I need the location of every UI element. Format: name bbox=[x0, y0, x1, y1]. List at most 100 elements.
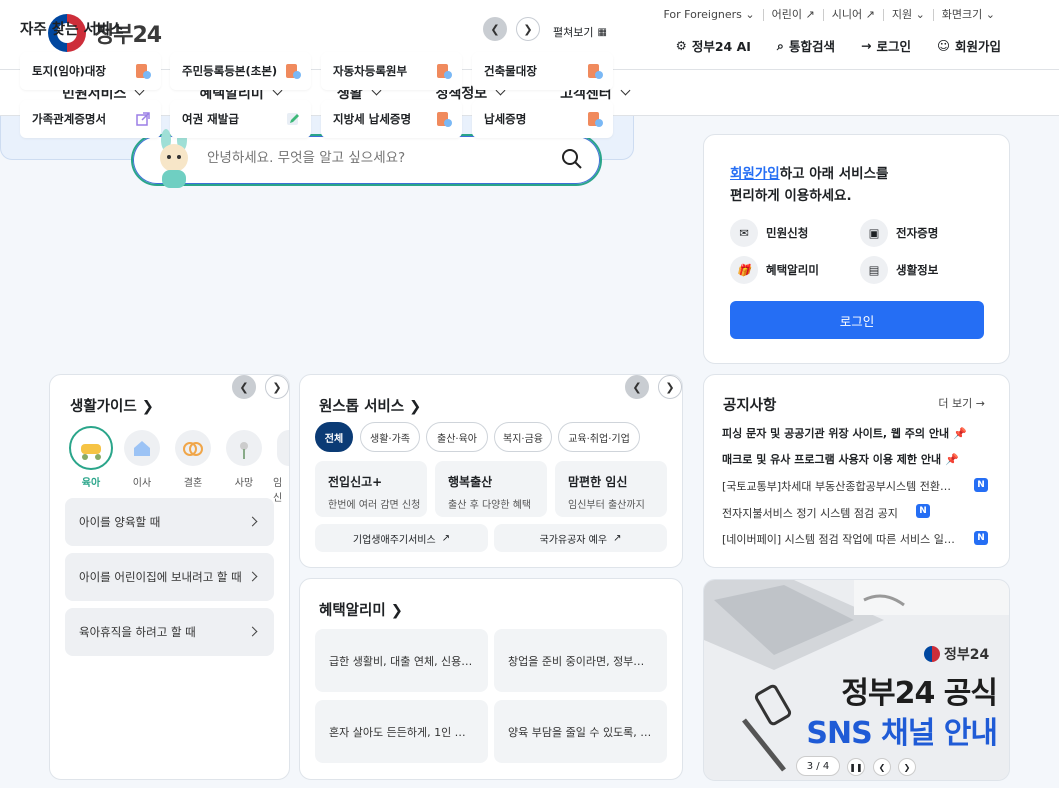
favorites-next-button[interactable]: ❯ bbox=[516, 17, 540, 41]
fav-tile[interactable]: 건축물대장 bbox=[472, 52, 613, 90]
fav-tile[interactable]: 자동차등록원부 bbox=[321, 52, 462, 90]
guide-icon-marriage[interactable] bbox=[175, 430, 211, 466]
login-service-life[interactable]: ▤ 생활정보 bbox=[860, 256, 938, 284]
gift-icon: 🎁 bbox=[730, 256, 758, 284]
favorites-prev-button[interactable]: ❮ bbox=[483, 17, 507, 41]
guide-icon-move[interactable] bbox=[124, 430, 160, 466]
ai-link[interactable]: ⚙ 정부24 AI bbox=[676, 36, 751, 55]
search-input[interactable] bbox=[207, 150, 537, 166]
onestop-card[interactable]: 전입신고+ 한번에 여러 감면 신청 bbox=[315, 461, 427, 517]
user-icon: ☺ bbox=[936, 38, 950, 53]
tab-all[interactable]: 전체 bbox=[315, 422, 353, 452]
notice-item[interactable]: 피싱 문자 및 공공기관 위장 사이트, 웹 주의 안내 📌 bbox=[722, 425, 967, 441]
guide-item[interactable]: 육아휴직을 하려고 할 때 bbox=[65, 608, 274, 656]
login-link[interactable]: → 로그인 bbox=[861, 36, 911, 55]
favorites-title: 자주 찾는 서비스 bbox=[20, 22, 124, 38]
favorites-expand[interactable]: 펼쳐보기 ▦ bbox=[553, 24, 607, 40]
sns-banner[interactable]: 정부24 정부24 공식 SNS 채널 안내 3 / 4 ❚❚ ❮ ❯ bbox=[703, 579, 1010, 781]
onestop-card[interactable]: 맘편한 임신 임신부터 출산까지 bbox=[555, 461, 667, 517]
search-box bbox=[131, 134, 602, 186]
benefit-item[interactable]: 급한 생활비, 대출 연체, 신용… bbox=[315, 629, 488, 692]
guide-item[interactable]: 아이를 양육할 때 bbox=[65, 498, 274, 546]
notice-more-link[interactable]: 더 보기 → bbox=[938, 395, 985, 411]
login-service-civil[interactable]: ✉ 민원신청 bbox=[730, 219, 808, 247]
tab-welfare[interactable]: 복지·금융 bbox=[494, 422, 552, 452]
new-badge: N bbox=[916, 504, 930, 518]
login-button[interactable]: 로그인 bbox=[730, 301, 984, 339]
onestop-prev-button[interactable]: ❮ bbox=[625, 375, 649, 399]
pin-icon: 📌 bbox=[944, 453, 959, 466]
notice-item[interactable]: 전자지불서비스 정기 시스템 점검 공지 bbox=[722, 505, 898, 521]
document-icon bbox=[286, 64, 301, 79]
fav-tile[interactable]: 주민등록등본(초본) bbox=[170, 52, 311, 90]
new-badge: N bbox=[974, 531, 988, 545]
chevron-down-icon bbox=[620, 85, 631, 96]
guide-icon-pregnancy[interactable] bbox=[277, 430, 289, 466]
util-children[interactable]: 어린이 ↗ bbox=[762, 9, 823, 21]
benefit-item[interactable]: 혼자 살아도 든든하게, 1인 … bbox=[315, 700, 488, 763]
utility-links: For Foreigners ⌄ 어린이 ↗ 시니어 ↗ 지원 ⌄ 화면크기 ⌄ bbox=[655, 9, 1003, 21]
fav-tile[interactable]: 여권 재발급 bbox=[170, 100, 311, 138]
grid-icon: ▦ bbox=[597, 26, 607, 38]
rings-icon bbox=[183, 442, 203, 456]
signup-link[interactable]: ☺ 회원가입 bbox=[937, 36, 1001, 55]
edit-icon bbox=[287, 113, 299, 125]
login-card: 회원가입하고 아래 서비스를 편리하게 이용하세요. ✉ 민원신청 ▣ 전자증명 🎁… bbox=[703, 134, 1010, 364]
banner-next-button[interactable]: ❯ bbox=[898, 758, 916, 776]
util-foreigners[interactable]: For Foreigners ⌄ bbox=[655, 9, 762, 21]
tab-education[interactable]: 교육·취업·기업 bbox=[558, 422, 640, 452]
benefit-title[interactable]: 혜택알리미 ❯ bbox=[319, 599, 403, 620]
banner-prev-button[interactable]: ❮ bbox=[873, 758, 891, 776]
login-message: 회원가입하고 아래 서비스를 편리하게 이용하세요. bbox=[730, 166, 889, 204]
banner-pager: 3 / 4 bbox=[796, 756, 840, 776]
search-link[interactable]: ⌕ 통합검색 bbox=[777, 36, 835, 55]
guide-item[interactable]: 아이를 어린이집에 보내려고 할 때 bbox=[65, 553, 274, 601]
fav-tile[interactable]: 토지(임야)대장 bbox=[20, 52, 161, 90]
certificate-icon: ▣ bbox=[860, 219, 888, 247]
benefit-item[interactable]: 양육 부담을 줄일 수 있도록, … bbox=[494, 700, 667, 763]
external-link-icon: ↗ bbox=[441, 532, 451, 544]
onestop-link[interactable]: 국가유공자 예우 ↗ bbox=[494, 524, 667, 552]
search-icon: ⌕ bbox=[776, 37, 784, 53]
book-icon: ▤ bbox=[860, 256, 888, 284]
util-support[interactable]: 지원 ⌄ bbox=[882, 9, 933, 21]
benefit-item[interactable]: 창업을 준비 중이라면, 정부… bbox=[494, 629, 667, 692]
fav-tile[interactable]: 납세증명 bbox=[472, 100, 613, 138]
guide-label-pregnancy: 임신 bbox=[273, 478, 283, 504]
ai-icon: ⚙ bbox=[675, 38, 687, 53]
house-icon bbox=[134, 441, 150, 456]
notice-item[interactable]: 매크로 및 유사 프로그램 사용자 이용 제한 안내 📌 bbox=[722, 451, 959, 467]
onestop-card[interactable]: 행복출산 출산 후 다양한 혜택 bbox=[435, 461, 547, 517]
tab-life-family[interactable]: 생활·가족 bbox=[360, 422, 420, 452]
notice-item[interactable]: [국토교통부]차세대 부동산종합공부시스템 전환… bbox=[722, 478, 958, 494]
banner-line1: 정부24 공식 bbox=[841, 676, 998, 711]
guide-next-button[interactable]: ❯ bbox=[265, 375, 289, 399]
util-screen-size[interactable]: 화면크기 ⌄ bbox=[932, 9, 1003, 21]
guide-icon-death[interactable] bbox=[226, 430, 262, 466]
taegeuk-logo-icon bbox=[924, 646, 940, 662]
tab-birth[interactable]: 출산·육아 bbox=[426, 422, 488, 452]
guide-title[interactable]: 생활가이드 ❯ bbox=[70, 395, 154, 416]
search-icon[interactable] bbox=[561, 148, 583, 170]
banner-logo: 정부24 bbox=[924, 644, 989, 664]
login-icon: → bbox=[860, 38, 872, 53]
login-service-benefit[interactable]: 🎁 혜택알리미 bbox=[730, 256, 819, 284]
fav-tile[interactable]: 가족관계증명서 bbox=[20, 100, 161, 138]
util-senior[interactable]: 시니어 ↗ bbox=[822, 9, 883, 21]
onestop-title[interactable]: 원스톱 서비스 ❯ bbox=[319, 395, 421, 416]
onestop-link[interactable]: 기업생애주기서비스 ↗ bbox=[315, 524, 488, 552]
notice-item[interactable]: [네이버페이] 시스템 점검 작업에 따른 서비스 일… bbox=[722, 531, 958, 547]
pin-icon: 📌 bbox=[952, 427, 967, 440]
guide-label-death: 사망 bbox=[234, 478, 254, 489]
fav-tile[interactable]: 지방세 납세증명 bbox=[321, 100, 462, 138]
document-icon bbox=[588, 112, 603, 127]
signup-inline-link[interactable]: 회원가입 bbox=[730, 166, 780, 182]
login-service-cert[interactable]: ▣ 전자증명 bbox=[860, 219, 938, 247]
document-icon bbox=[136, 64, 151, 79]
onestop-next-button[interactable]: ❯ bbox=[658, 375, 682, 399]
guide-prev-button[interactable]: ❮ bbox=[232, 375, 256, 399]
guide-icon-childcare[interactable] bbox=[69, 426, 113, 470]
guide-label-childcare: 육아 bbox=[81, 478, 101, 489]
pause-button[interactable]: ❚❚ bbox=[847, 758, 865, 776]
top-links: ⚙ 정부24 AI ⌕ 통합검색 → 로그인 ☺ 회원가입 bbox=[676, 36, 1001, 55]
